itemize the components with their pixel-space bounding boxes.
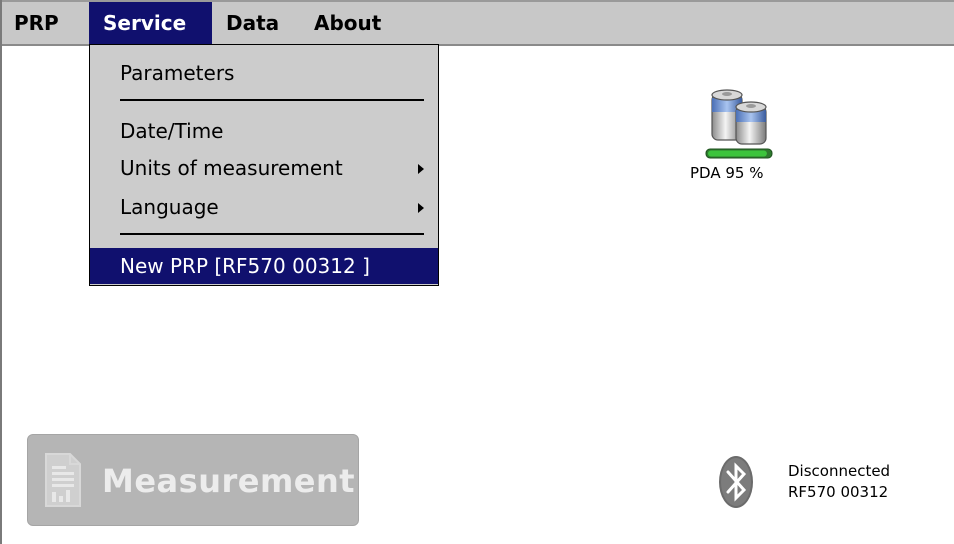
- submenu-arrow-icon: [418, 164, 424, 174]
- menu-separator: [120, 99, 424, 101]
- window-left-border: [0, 0, 2, 544]
- menu-item-date-time[interactable]: Date/Time: [90, 113, 438, 149]
- menu-item-units[interactable]: Units of measurement: [90, 150, 438, 186]
- menu-item-parameters[interactable]: Parameters: [90, 55, 438, 91]
- measurement-button-label: Measurement: [102, 462, 356, 500]
- menu-data[interactable]: Data: [214, 2, 294, 44]
- document-icon: [44, 452, 82, 508]
- connection-status: Disconnected RF570 00312: [788, 461, 890, 503]
- connected-device-id: RF570 00312: [788, 483, 889, 501]
- service-dropdown-menu: Parameters Date/Time Units of measuremen…: [89, 44, 439, 286]
- menu-separator: [120, 233, 424, 235]
- battery-label: PDA 95 %: [690, 164, 764, 182]
- menu-service[interactable]: Service: [89, 2, 212, 44]
- battery-icon: [700, 88, 780, 163]
- measurement-button[interactable]: Measurement: [27, 434, 359, 526]
- menu-about[interactable]: About: [302, 2, 402, 44]
- bluetooth-icon: [718, 455, 754, 509]
- menu-bar: PRP Service Data About: [2, 2, 954, 46]
- menu-item-language[interactable]: Language: [90, 189, 438, 225]
- menu-item-new-prp[interactable]: New PRP [RF570 00312 ]: [90, 248, 438, 284]
- menu-item-units-label: Units of measurement: [120, 156, 343, 180]
- battery-level-fill: [708, 150, 767, 157]
- menu-prp[interactable]: PRP: [2, 2, 59, 44]
- connection-status-text: Disconnected: [788, 462, 891, 480]
- submenu-arrow-icon: [418, 203, 424, 213]
- menu-item-language-label: Language: [120, 195, 219, 219]
